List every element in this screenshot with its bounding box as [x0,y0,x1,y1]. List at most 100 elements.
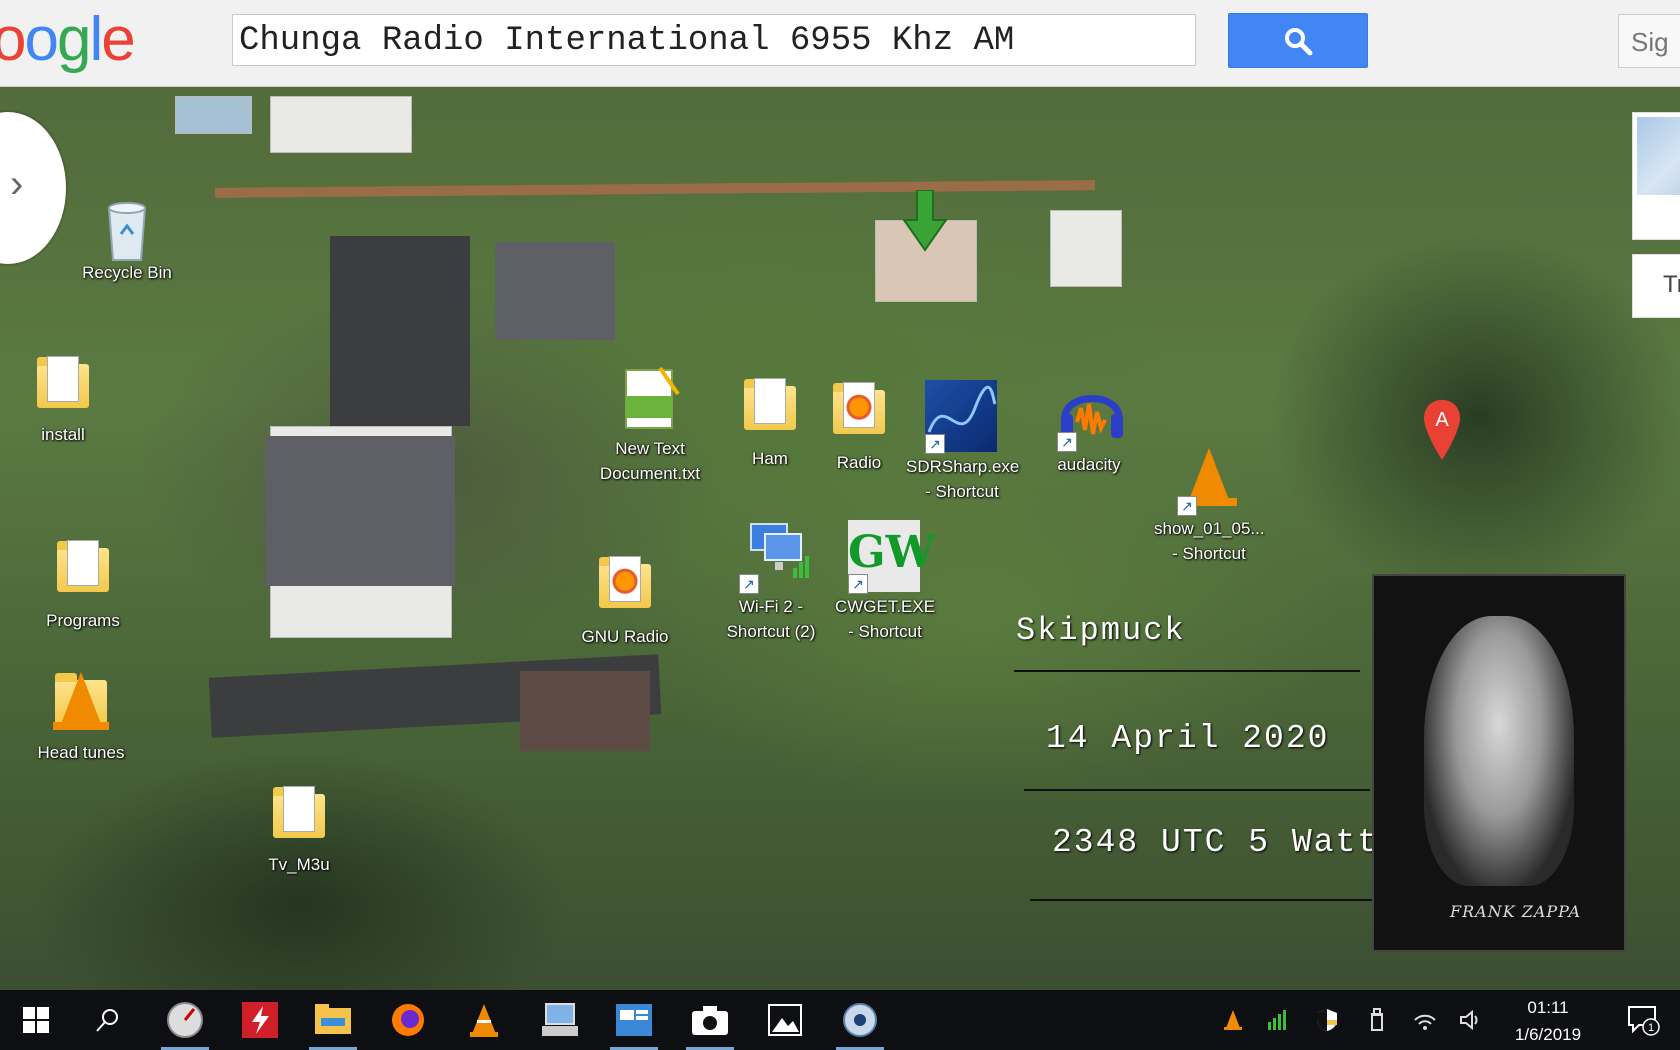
action-center-button[interactable]: 1 [1614,990,1674,1050]
taskbar: 01:11 1/6/2019 1 [0,990,1680,1050]
icon-label: GNU Radio [581,627,669,646]
desktop-icon-show-shortcut[interactable]: ↗ show_01_05... - Shortcut [1154,442,1265,566]
document-icon [754,378,786,424]
shortcut-arrow-icon: ↗ [925,434,945,454]
search-header: oogle Chunga Radio International 6955 Kh… [0,0,1680,87]
desktop-icon-programs[interactable]: Programs [28,534,138,633]
desktop-icon-audacity[interactable]: ↗ audacity [1034,378,1144,477]
desktop-icon-sdrsharp[interactable]: ↗ SDRSharp.exe - Shortcut [906,380,1019,504]
search-button[interactable] [78,990,138,1050]
disc-app-button[interactable] [830,990,890,1050]
shortcut-arrow-icon: ↗ [1177,496,1197,516]
chevron-right-icon: › [10,162,24,206]
usb-tray-button[interactable] [1360,990,1394,1050]
disc-app-icon [843,1003,877,1037]
house [175,96,252,134]
icon-label: Tv_M3u [268,855,330,874]
traffic-button[interactable]: Tr [1632,254,1680,318]
vlc-button[interactable] [454,990,514,1050]
world-map-thumbnail [1637,117,1680,195]
icon-label: Radio [836,453,882,472]
signal-bars-icon [1268,1010,1286,1030]
clock-date: 1/6/2019 [1514,1025,1582,1044]
document-icon [47,356,79,402]
divider [1014,670,1360,672]
camera-button[interactable] [680,990,740,1050]
icon-label: Wi-Fi 2 - Shortcut (2) [726,597,816,641]
notification-count: 1 [1648,1022,1654,1034]
divider [1024,789,1370,791]
driveway [330,236,470,426]
date-text: 14 April 2020 [1046,720,1330,757]
vlc-tray-button[interactable] [1216,990,1250,1050]
vlc-cone-icon [1181,448,1237,506]
icon-label: New Text Document.txt [599,439,701,483]
shortcut-arrow-icon: ↗ [739,574,759,594]
icon-label: install [41,425,85,444]
wifi-tray-button[interactable] [1408,990,1442,1050]
firefox-document-icon [843,382,875,428]
firefox-button[interactable] [378,990,438,1050]
clock-time: 01:11 [1527,998,1569,1017]
firefox-document-icon [609,556,641,602]
map-thumbnail-panel[interactable]: I [1632,112,1680,240]
fence [214,180,1096,198]
windows-start-icon [23,1007,49,1033]
google-logo[interactable]: oogle [0,4,136,75]
text-editor-icon [625,366,680,429]
file-explorer-icon [315,1004,351,1034]
desktop-icon-tv-m3u[interactable]: Tv_M3u [244,780,354,877]
desktop-icon-gnu-radio[interactable]: GNU Radio [570,550,680,649]
camera-icon [692,1006,728,1035]
notification-icon: 1 [1628,1006,1660,1036]
photos-button[interactable] [755,990,815,1050]
divider [1030,899,1376,901]
poster-figure [1424,616,1574,886]
control-panel-button[interactable] [604,990,664,1050]
house [1050,210,1122,287]
house-roof [495,242,615,340]
file-explorer-button[interactable] [303,990,363,1050]
keyboard-app-button[interactable] [530,990,590,1050]
desktop-icon-wifi-shortcut[interactable]: ↗ Wi-Fi 2 - Shortcut (2) [716,520,826,644]
system-clock[interactable]: 01:11 1/6/2019 [1500,994,1596,1048]
flash-app-icon [242,1002,278,1038]
keyboard-app-icon [542,1003,578,1036]
icon-label: show_01_05... - Shortcut [1154,519,1265,563]
control-panel-icon [616,1004,652,1036]
usb-device-icon [1371,1008,1383,1031]
desktop-icon-radio[interactable]: Radio [804,376,914,475]
map-pin-arrow-icon [902,190,948,252]
vlc-tray-icon [1224,1010,1242,1030]
search-button[interactable] [1228,13,1368,68]
desktop-icon-recycle-bin[interactable]: Recycle Bin [72,196,182,285]
search-input[interactable]: Chunga Radio International 6955 Khz AM [232,14,1196,66]
desktop-icon-cwget[interactable]: GW ↗ CWGET.EXE - Shortcut [830,520,940,644]
volume-tray-button[interactable] [1454,990,1488,1050]
house-roof [520,671,650,751]
document-icon [283,786,315,832]
desktop-icon-head-tunes[interactable]: Head tunes [26,666,136,765]
icon-label: CWGET.EXE - Shortcut [834,597,936,641]
speaker-icon [1460,1010,1478,1030]
house-roof [265,436,455,586]
photos-icon [768,1004,802,1036]
compass-app-button[interactable] [155,990,215,1050]
frank-zappa-poster: FRANK ZAPPA [1372,574,1626,952]
security-tray-button[interactable] [1310,990,1344,1050]
shortcut-arrow-icon: ↗ [1057,432,1077,452]
start-button[interactable] [6,990,66,1050]
vlc-cone-icon [53,672,109,730]
sign-in-button[interactable]: Sig [1618,14,1680,68]
compass-app-icon [167,1002,203,1038]
flash-app-button[interactable] [230,990,290,1050]
vlc-icon [470,1004,498,1037]
desktop-icon-install[interactable]: install [8,350,118,447]
shield-icon [1317,1009,1337,1031]
map-pin-label: A [1435,409,1449,431]
time-power-text: 2348 UTC 5 Watts [1052,824,1401,861]
desktop-icon-new-text-document[interactable]: New Text Document.txt [595,366,705,486]
poster-caption: FRANK ZAPPA [1450,902,1582,921]
recycle-bin-icon [107,202,147,261]
signal-tray-button[interactable] [1260,990,1294,1050]
